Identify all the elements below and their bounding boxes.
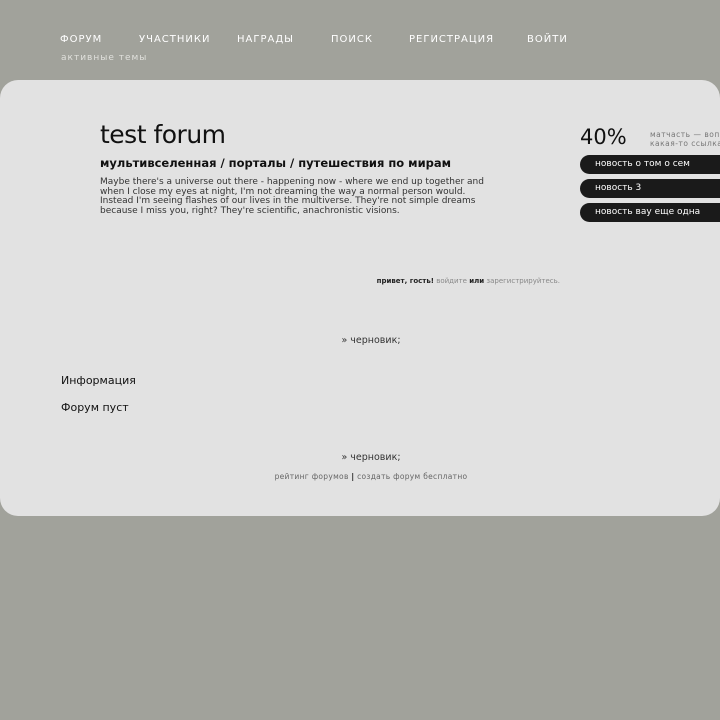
create-forum-link[interactable]: создать форум бесплатно bbox=[357, 472, 467, 481]
info-heading: Информация bbox=[61, 374, 136, 387]
nav-awards[interactable]: НАГРАДЫ bbox=[237, 34, 294, 45]
nav-login[interactable]: ВОЙТИ bbox=[527, 34, 568, 45]
greeting-hello: привет, гость! bbox=[376, 277, 434, 285]
news-item[interactable]: новость вау еще одна bbox=[580, 203, 720, 222]
news-item[interactable]: новость о том о сем bbox=[580, 155, 720, 174]
nav-forum[interactable]: ФОРУМ bbox=[60, 34, 102, 45]
news-item[interactable]: новость 3 bbox=[580, 179, 720, 198]
nav-search[interactable]: ПОИСК bbox=[331, 34, 373, 45]
register-link[interactable]: зарегистрируйтесь. bbox=[486, 277, 560, 285]
greeting-or: или bbox=[469, 277, 485, 285]
footer-separator: | bbox=[351, 472, 355, 481]
nav-members[interactable]: УЧАСТНИКИ bbox=[139, 34, 210, 45]
footer-links: рейтинг форумов | создать форум бесплатн… bbox=[0, 472, 720, 481]
forum-rating-link[interactable]: рейтинг форумов bbox=[275, 472, 349, 481]
guest-greeting: привет, гость! войдите или зарегистрируй… bbox=[377, 277, 560, 285]
top-navigation: ФОРУМ УЧАСТНИКИ НАГРАДЫ ПОИСК РЕГИСТРАЦИ… bbox=[60, 34, 680, 48]
forum-card: test forum мультивселенная / порталы / п… bbox=[0, 80, 720, 516]
draft-link-top[interactable]: » черновик; bbox=[0, 335, 720, 346]
side-note: матчасть — вопр какая-то ссылка bbox=[650, 130, 720, 149]
forum-title: test forum bbox=[100, 120, 226, 149]
forum-empty-text: Форум пуст bbox=[61, 401, 129, 414]
login-link[interactable]: войдите bbox=[436, 277, 467, 285]
side-note-line2[interactable]: какая-то ссылка bbox=[650, 139, 720, 149]
forum-subtitle: мультивселенная / порталы / путешествия … bbox=[100, 156, 452, 170]
nav-register[interactable]: РЕГИСТРАЦИЯ bbox=[409, 34, 494, 45]
forum-description: Maybe there's a universe out there - hap… bbox=[100, 177, 484, 216]
draft-link-bottom[interactable]: » черновик; bbox=[0, 452, 720, 463]
nav-active-topics[interactable]: активные темы bbox=[61, 53, 147, 63]
progress-percent: 40% bbox=[580, 125, 627, 149]
